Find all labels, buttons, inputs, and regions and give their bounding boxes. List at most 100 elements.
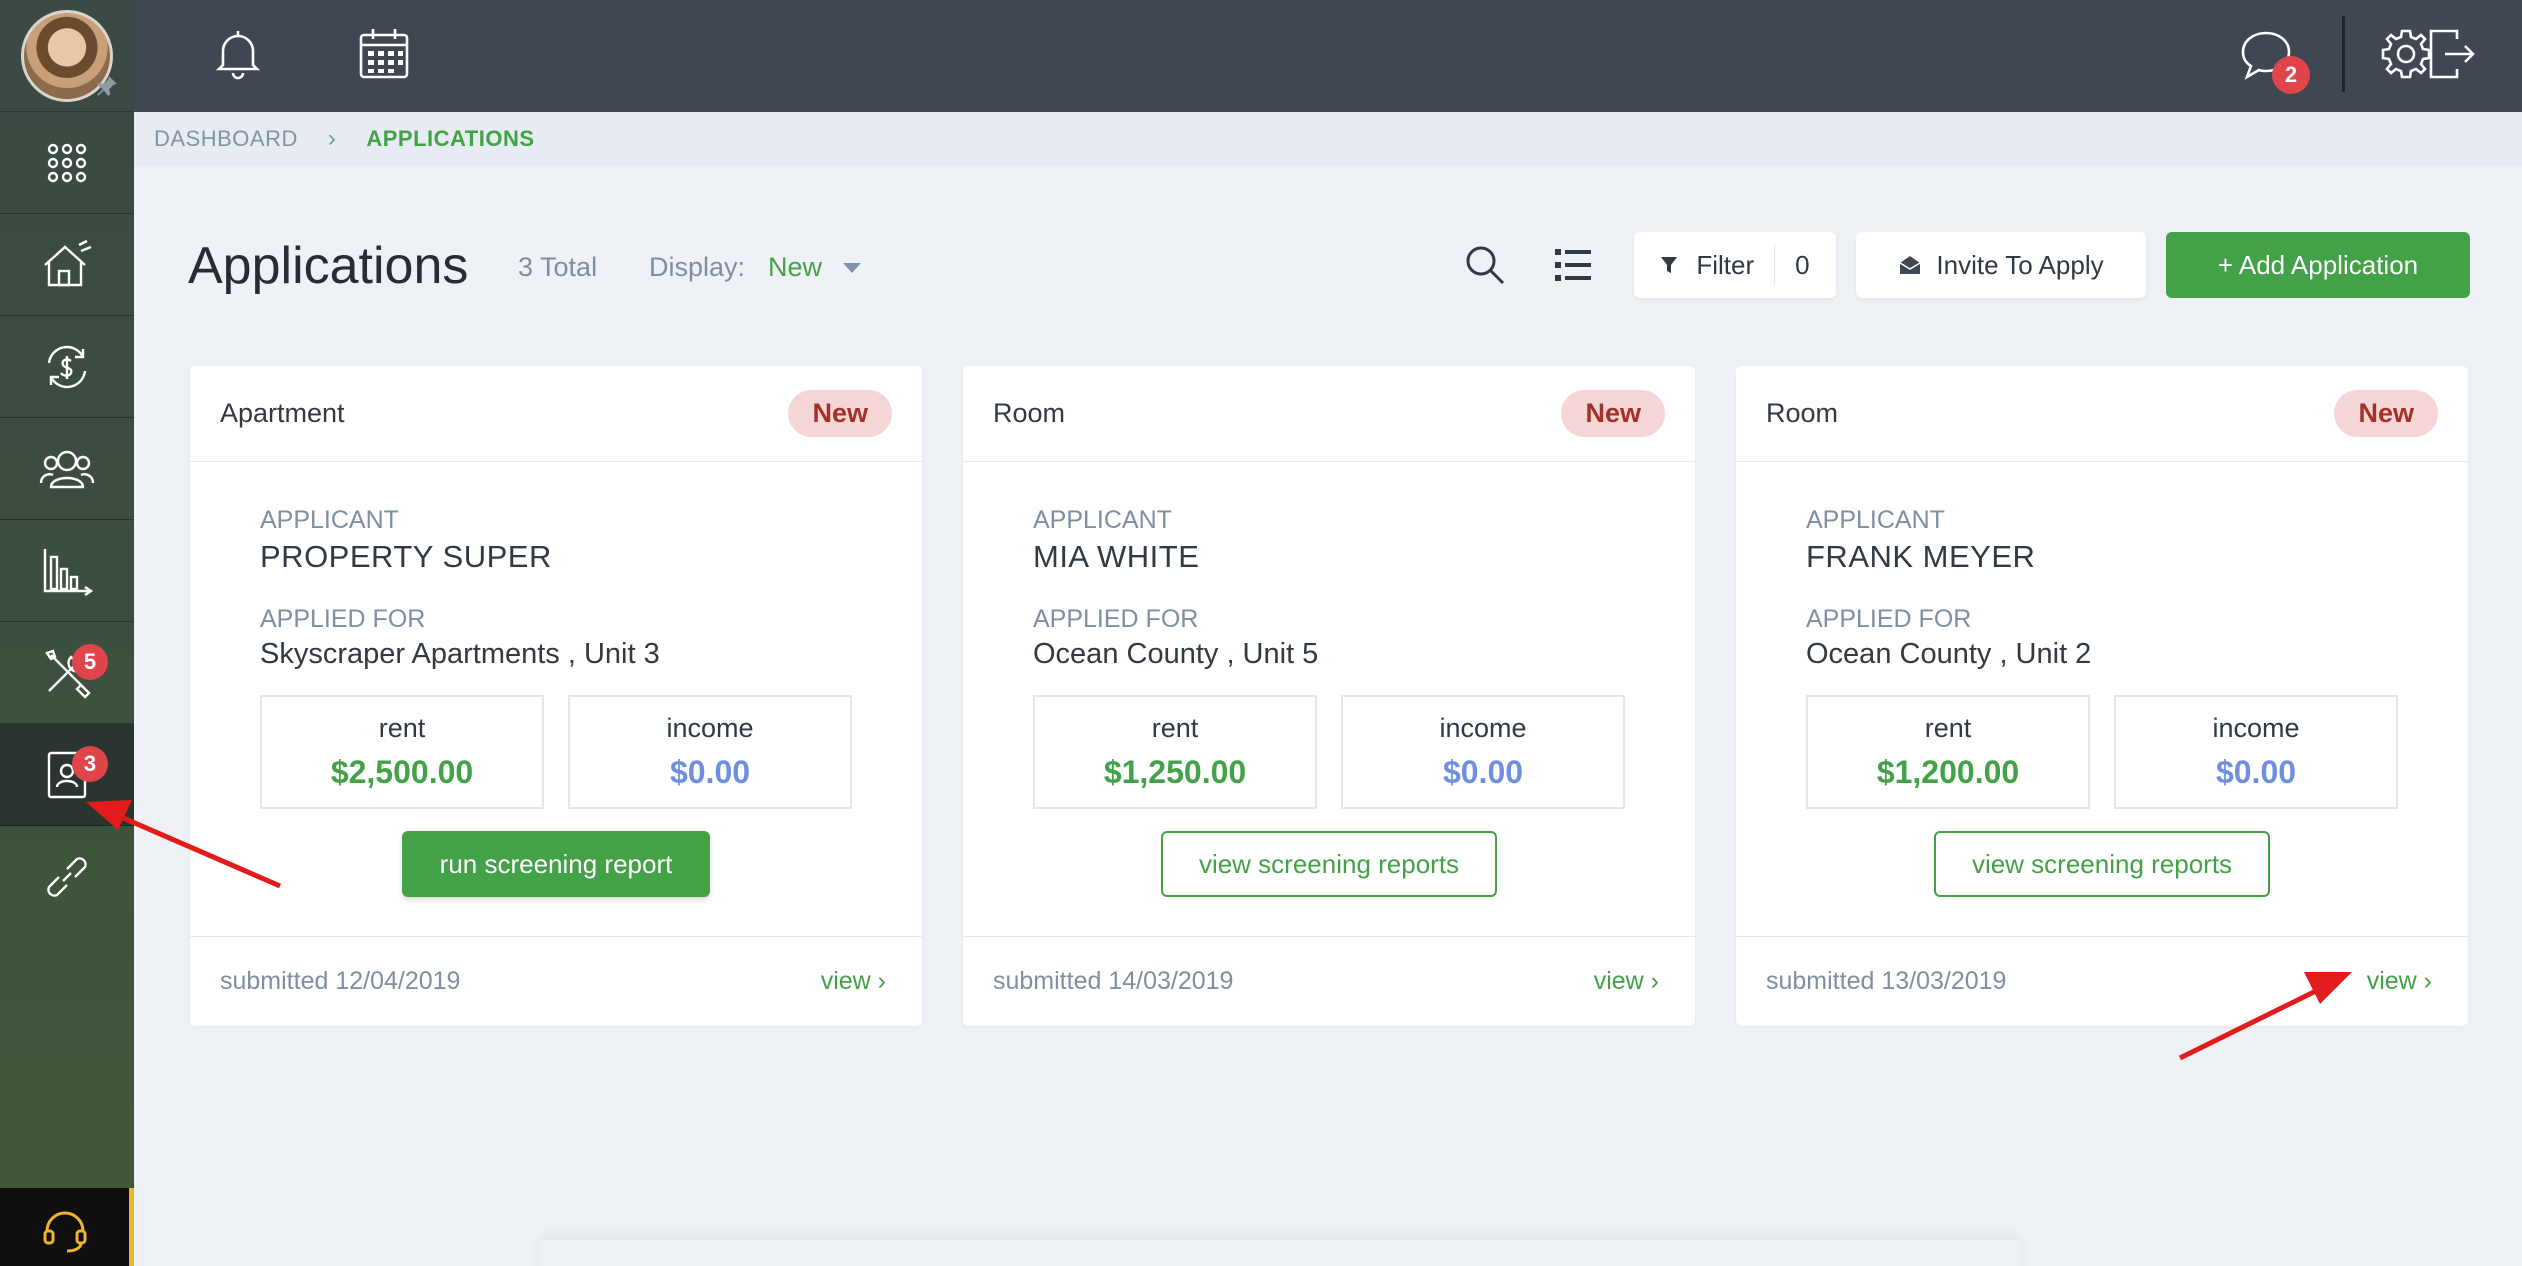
view-label: view — [820, 967, 871, 995]
filter-label: Filter — [1696, 249, 1755, 280]
calendar-button[interactable] — [352, 22, 416, 86]
add-application-label: + Add Application — [2217, 249, 2419, 280]
rent-value: $2,500.00 — [330, 754, 474, 790]
amounts: rent $1,200.00 income $0.00 — [1806, 695, 2398, 809]
invite-to-apply-button[interactable]: Invite To Apply — [1856, 232, 2146, 298]
amounts: rent $2,500.00 income $0.00 — [260, 695, 852, 809]
display-filter-dropdown[interactable]: New — [768, 252, 822, 283]
income-value: $0.00 — [1442, 754, 1524, 790]
applied-for-label: APPLIED FOR — [1033, 605, 1199, 633]
card-header: Room New — [963, 366, 1695, 462]
card-footer: submitted 14/03/2019 view › — [963, 936, 1695, 1026]
topbar: 2 — [134, 0, 2522, 112]
income-label: income — [1439, 713, 1527, 743]
filter-icon — [1661, 257, 1678, 273]
submitted-date: submitted 12/04/2019 — [220, 967, 461, 995]
application-card: Room New APPLICANT FRANK MEYER APPLIED F… — [1736, 366, 2468, 1026]
sidebar-item-properties[interactable] — [0, 214, 134, 316]
rent-value: $1,200.00 — [1876, 754, 2020, 790]
filter-button[interactable]: Filter 0 — [1634, 232, 1836, 298]
property-type: Room — [993, 398, 1066, 428]
pin-icon[interactable] — [94, 73, 120, 99]
view-link[interactable]: view › — [821, 967, 886, 996]
sidebar-item-reports[interactable] — [0, 520, 134, 622]
sidebar-item-maintenance[interactable]: 5 — [0, 622, 134, 724]
search-button[interactable] — [1460, 240, 1510, 290]
view-link[interactable]: view › — [2367, 967, 2432, 996]
breadcrumb-current: APPLICATIONS — [366, 126, 535, 151]
caret-down-icon[interactable] — [843, 263, 861, 273]
view-screening-reports-button[interactable]: view screening reports — [1160, 831, 1498, 897]
headset-icon — [43, 1211, 86, 1253]
sidebar-item-integrations[interactable] — [0, 826, 134, 928]
card-body: APPLICANT MIA WHITE APPLIED FOR Ocean Co… — [963, 462, 1695, 897]
notifications-button[interactable] — [206, 22, 270, 86]
amounts: rent $1,250.00 income $0.00 — [1033, 695, 1625, 809]
chevron-right-icon: › — [1650, 967, 1659, 995]
filter-count: 0 — [1774, 245, 1810, 285]
income-value: $0.00 — [2215, 754, 2297, 790]
chevron-right-icon: › — [2423, 967, 2432, 995]
sidebar-item-people[interactable] — [0, 418, 134, 520]
rent-value: $1,250.00 — [1103, 754, 1247, 790]
search-icon — [1466, 246, 1505, 285]
applicant-name: FRANK MEYER — [1806, 539, 2036, 574]
sidebar: 5 3 — [0, 0, 134, 1266]
status-badge: New — [788, 390, 892, 437]
income-label: income — [666, 713, 754, 743]
logout-icon — [2429, 29, 2475, 79]
grid-dots-icon — [47, 143, 87, 182]
status-badge: New — [2334, 390, 2438, 437]
property-type: Room — [1766, 398, 1839, 428]
display-label: Display: — [649, 252, 746, 282]
house-icon — [44, 239, 92, 286]
applicant-label: APPLICANT — [1033, 506, 1172, 534]
sidebar-item-applications[interactable]: 3 — [0, 724, 134, 826]
action-row: view screening reports — [1033, 831, 1625, 897]
maintenance-badge: 5 — [72, 644, 108, 680]
status-badge: New — [1561, 390, 1665, 437]
income-label: income — [2212, 713, 2300, 743]
total-count: 3 Total — [518, 252, 598, 282]
applications-badge: 3 — [72, 746, 108, 782]
view-screening-reports-button[interactable]: view screening reports — [1933, 831, 2271, 897]
add-application-button[interactable]: + Add Application — [2166, 232, 2470, 298]
user-avatar-area[interactable] — [0, 0, 134, 112]
applicant-name: PROPERTY SUPER — [260, 539, 552, 574]
messages-badge: 2 — [2272, 56, 2310, 94]
topbar-divider — [2342, 16, 2345, 92]
view-label: view — [1593, 967, 1644, 995]
sidebar-item-apps[interactable] — [0, 112, 134, 214]
money-cycle-icon — [47, 345, 87, 388]
submitted-date: submitted 13/03/2019 — [1766, 967, 2007, 995]
income-box: income $0.00 — [568, 695, 852, 809]
rent-label: rent — [1924, 713, 1972, 743]
rent-box: rent $1,200.00 — [1806, 695, 2090, 809]
card-footer: submitted 12/04/2019 view › — [190, 936, 922, 1026]
applicant-label: APPLICANT — [1806, 506, 1945, 534]
rent-label: rent — [378, 713, 426, 743]
support-button[interactable] — [0, 1188, 134, 1266]
applied-for-value: Ocean County , Unit 2 — [1806, 638, 2092, 670]
view-link[interactable]: view › — [1594, 967, 1659, 996]
logout-button[interactable] — [2418, 22, 2482, 86]
sidebar-item-payments[interactable] — [0, 316, 134, 418]
breadcrumb: DASHBOARD › APPLICATIONS — [134, 112, 2522, 166]
card-body: APPLICANT PROPERTY SUPER APPLIED FOR Sky… — [190, 462, 922, 897]
calendar-icon — [359, 29, 409, 79]
applied-for-value: Skyscraper Apartments , Unit 3 — [260, 638, 660, 670]
submitted-date: submitted 14/03/2019 — [993, 967, 1234, 995]
bell-icon — [215, 31, 261, 80]
action-row: view screening reports — [1806, 831, 2398, 897]
income-box: income $0.00 — [2114, 695, 2398, 809]
invite-label: Invite To Apply — [1936, 249, 2104, 280]
applied-for-value: Ocean County , Unit 5 — [1033, 638, 1319, 670]
people-icon — [39, 450, 95, 488]
card-body: APPLICANT FRANK MEYER APPLIED FOR Ocean … — [1736, 462, 2468, 897]
list-view-button[interactable] — [1548, 240, 1598, 290]
income-box: income $0.00 — [1341, 695, 1625, 809]
link-icon — [47, 857, 87, 897]
run-screening-report-button[interactable]: run screening report — [401, 831, 711, 897]
list-icon — [1555, 249, 1591, 281]
breadcrumb-dashboard[interactable]: DASHBOARD — [154, 126, 298, 152]
